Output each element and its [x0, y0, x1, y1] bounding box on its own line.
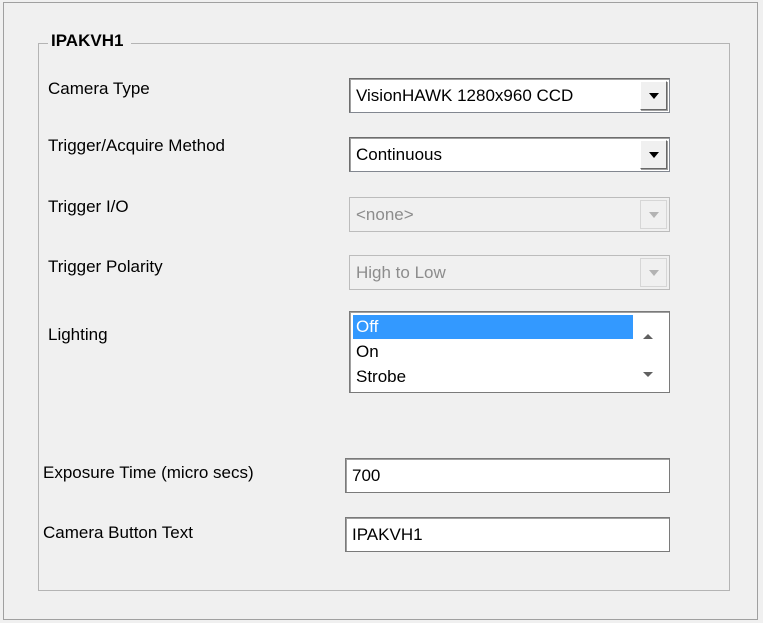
- lighting-option-off[interactable]: Off: [353, 315, 633, 339]
- trigger-io-value: <none>: [356, 205, 414, 224]
- trigger-polarity-value: High to Low: [356, 263, 446, 282]
- trigger-method-value: Continuous: [356, 145, 443, 164]
- lighting-label: Lighting: [48, 325, 108, 344]
- exposure-time-label: Exposure Time (micro secs): [43, 463, 254, 482]
- group-title: IPAKVH1: [48, 31, 132, 51]
- exposure-time-input[interactable]: [350, 461, 665, 490]
- chevron-down-icon: [649, 93, 659, 99]
- trigger-polarity-label: Trigger Polarity: [48, 257, 163, 276]
- trigger-method-dropdown-button[interactable]: [640, 140, 667, 169]
- trigger-io-dropdown-button: [640, 200, 667, 229]
- camera-type-label: Camera Type: [48, 79, 150, 98]
- camera-type-value: VisionHAWK 1280x960 CCD: [356, 86, 574, 105]
- lighting-scrollbar[interactable]: [633, 314, 667, 390]
- trigger-method-dropdown[interactable]: Continuous: [349, 137, 670, 172]
- trigger-io-dropdown: <none>: [349, 197, 670, 232]
- scroll-up-icon[interactable]: [643, 334, 653, 339]
- scroll-down-icon[interactable]: [643, 372, 653, 377]
- lighting-option-on[interactable]: On: [353, 340, 633, 364]
- chevron-down-icon: [649, 212, 659, 218]
- camera-type-dropdown[interactable]: VisionHAWK 1280x960 CCD: [349, 78, 670, 113]
- camera-button-text-label: Camera Button Text: [43, 523, 193, 542]
- camera-button-text-input[interactable]: [350, 520, 665, 549]
- lighting-listbox[interactable]: Off On Strobe: [349, 311, 670, 393]
- chevron-down-icon: [649, 152, 659, 158]
- trigger-polarity-dropdown-button: [640, 258, 667, 287]
- trigger-method-label: Trigger/Acquire Method: [48, 136, 226, 155]
- trigger-io-label: Trigger I/O: [48, 197, 129, 216]
- chevron-down-icon: [649, 270, 659, 276]
- lighting-option-strobe[interactable]: Strobe: [353, 365, 633, 389]
- camera-type-dropdown-button[interactable]: [640, 81, 667, 110]
- camera-button-text-field[interactable]: [345, 517, 670, 552]
- camera-settings-panel: IPAKVH1 Camera Type VisionHAWK 1280x960 …: [3, 2, 758, 620]
- exposure-time-field[interactable]: [345, 458, 670, 493]
- trigger-polarity-dropdown: High to Low: [349, 255, 670, 290]
